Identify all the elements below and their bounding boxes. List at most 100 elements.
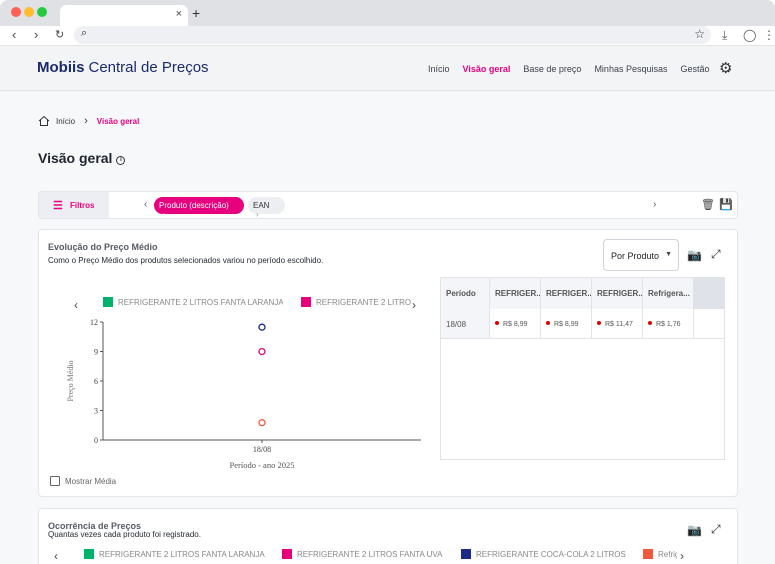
- table-header-product[interactable]: REFRIGER...: [541, 278, 592, 309]
- legend-label: REFRIGERANTE 2 LITROS FANTA LARANJA: [118, 298, 283, 307]
- legend-item[interactable]: REFRIGERANTE 2 LITROS FANTA UVA: [282, 549, 457, 559]
- browser-tab[interactable]: ×: [60, 5, 188, 26]
- card-title: Evolução do Preço Médio: [48, 242, 158, 252]
- legend-label: REFRIGERANTE 2 LITROS FANTA UVA: [316, 298, 411, 307]
- brand-name: Mobiis: [37, 59, 85, 76]
- gear-icon[interactable]: ⚙: [719, 59, 732, 77]
- legend-swatch: [282, 549, 292, 559]
- legend-prev-icon[interactable]: ‹: [54, 549, 58, 563]
- price-table: Período REFRIGER... REFRIGER... REFRIGER…: [440, 277, 725, 460]
- brand-logo[interactable]: Mobiis Central de Preços: [37, 59, 209, 76]
- y-tick-label: 6: [94, 377, 98, 386]
- app-header: Mobiis Central de Preços Início Visão ger…: [0, 47, 775, 91]
- card-subtitle: Como o Preço Médio dos produtos selecion…: [48, 256, 324, 265]
- chip-label: Produto (descrição): [159, 201, 229, 210]
- forward-icon[interactable]: ›: [34, 27, 38, 42]
- table-cell-price: R$ 8,99: [490, 309, 541, 339]
- camera-icon[interactable]: 📷: [687, 248, 702, 262]
- browser-toolbar: ‹ › ↻ ⌕ ☆ ⤓ ◯ ⋮: [0, 26, 775, 46]
- camera-icon[interactable]: 📷: [687, 523, 702, 537]
- data-point: [258, 419, 266, 427]
- price-evolution-card: Evolução do Preço Médio Como o Preço Méd…: [38, 229, 738, 497]
- top-nav: Início Visão geral Base de preço Minhas …: [428, 64, 759, 75]
- home-icon[interactable]: [38, 115, 50, 127]
- price-value: R$ 11,47: [605, 321, 633, 328]
- search-icon: ⌕: [81, 27, 88, 39]
- legend-label: REFRIGERANTE 2 LITROS FANTA LARANJA: [99, 550, 265, 559]
- legend-next-icon[interactable]: ›: [680, 549, 684, 563]
- price-dot: [648, 321, 652, 325]
- browser-window: × + ‹ › ↻ ⌕ ☆ ⤓ ◯ ⋮ Mobiis Central de Pre…: [0, 0, 775, 564]
- trash-icon[interactable]: 🗑: [701, 198, 715, 211]
- y-tick-label: 0: [94, 436, 98, 445]
- reload-icon[interactable]: ↻: [55, 28, 64, 41]
- table-cell-period: 18/08: [441, 309, 490, 339]
- legend-label: Refrig: [658, 550, 677, 559]
- x-tick-label: 18/08: [253, 445, 271, 454]
- table-header-period[interactable]: Período: [441, 278, 490, 309]
- table-header-spacer: [694, 278, 724, 309]
- price-value: R$ 8,99: [554, 321, 579, 328]
- card-subtitle: Quantas vezes cada produto foi registrad…: [48, 530, 201, 539]
- show-average-label: Mostrar Média: [65, 477, 117, 486]
- filters-label: Filtros: [70, 201, 95, 210]
- data-point: [258, 323, 266, 331]
- table-cell-price: R$ 1,76: [643, 309, 694, 339]
- filter-bar: ☰ Filtros ‹ Produto (descrição) › EAN › …: [38, 191, 738, 219]
- expand-icon[interactable]: ⤢: [711, 247, 721, 262]
- legend-item[interactable]: REFRIGERANTE 2 LITROS FANTA LARANJA: [103, 297, 283, 307]
- nav-gestao[interactable]: Gestão ⌄: [680, 64, 745, 75]
- profile-icon[interactable]: ◯: [743, 28, 756, 42]
- browser-menu-icon[interactable]: ⋮: [763, 28, 775, 42]
- filter-scroll-right-icon[interactable]: ›: [653, 199, 656, 210]
- y-tick-label: 9: [94, 348, 98, 357]
- save-icon[interactable]: 💾: [719, 198, 733, 211]
- filters-button[interactable]: ☰ Filtros: [39, 192, 109, 218]
- legend-item[interactable]: REFRIGERANTE COCA-COLA 2 LITROS: [461, 549, 631, 559]
- legend-item[interactable]: Refrig: [643, 549, 677, 559]
- table-cell-price: R$ 11,47: [592, 309, 643, 339]
- close-window-button[interactable]: [11, 7, 21, 17]
- filter-chip-ean[interactable]: EAN ›: [248, 197, 285, 219]
- chip-label: EAN: [253, 201, 270, 210]
- filter-scroll-left-icon[interactable]: ‹: [144, 199, 147, 210]
- legend-swatch: [103, 297, 113, 307]
- select-value: Por Produto: [611, 251, 660, 261]
- legend-item[interactable]: REFRIGERANTE 2 LITROS FANTA UVA: [301, 297, 411, 307]
- price-occurrence-card: Ocorrência de Preços Quantas vezes cada …: [38, 508, 738, 564]
- filter-chip-produto[interactable]: Produto (descrição) ›: [154, 197, 244, 219]
- nav-inicio[interactable]: Início: [428, 64, 450, 75]
- nav-minhas-pesquisas[interactable]: Minhas Pesquisas: [594, 64, 667, 75]
- info-icon[interactable]: i: [116, 156, 126, 165]
- legend-swatch: [301, 297, 311, 307]
- y-axis-title: Preço Médio: [66, 360, 75, 401]
- group-by-select[interactable]: Por Produto ▼: [603, 239, 679, 271]
- nav-visao-geral[interactable]: Visão geral: [463, 64, 511, 75]
- tab-close-icon[interactable]: ×: [176, 8, 182, 20]
- y-tick-label: 12: [90, 318, 98, 327]
- bookmark-star-icon[interactable]: ☆: [694, 27, 705, 41]
- checkbox[interactable]: [50, 476, 60, 486]
- nav-base-de-preco[interactable]: Base de preço: [523, 64, 581, 75]
- minimize-window-button[interactable]: [24, 7, 34, 17]
- legend-label: REFRIGERANTE 2 LITROS FANTA UVA: [297, 550, 443, 559]
- table-header-product[interactable]: REFRIGER...: [592, 278, 643, 309]
- back-icon[interactable]: ‹: [12, 27, 16, 42]
- breadcrumb-home[interactable]: Início: [56, 117, 75, 126]
- legend-label: REFRIGERANTE COCA-COLA 2 LITROS: [476, 550, 626, 559]
- price-dot: [546, 321, 550, 325]
- caret-down-icon: ▼: [665, 251, 672, 258]
- price-value: R$ 8,99: [503, 321, 528, 328]
- download-icon[interactable]: ⤓: [722, 28, 727, 43]
- table-header-product[interactable]: Refrigera...: [643, 278, 694, 309]
- maximize-window-button[interactable]: [37, 7, 47, 17]
- expand-icon[interactable]: ⤢: [711, 522, 721, 537]
- new-tab-button[interactable]: +: [192, 5, 200, 21]
- legend-swatch: [643, 549, 653, 559]
- legend-item[interactable]: REFRIGERANTE 2 LITROS FANTA LARANJA: [84, 549, 269, 559]
- brand-product: Central de Preços: [88, 59, 209, 76]
- table-cell-empty: [694, 309, 724, 339]
- show-average-toggle[interactable]: Mostrar Média: [50, 476, 116, 486]
- table-header-product[interactable]: REFRIGER...: [490, 278, 541, 309]
- address-bar[interactable]: ⌕ ☆: [74, 26, 711, 44]
